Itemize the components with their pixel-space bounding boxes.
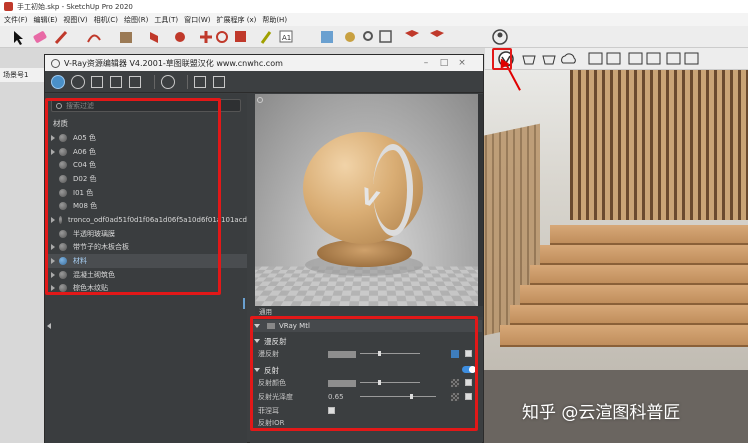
rotate-icon[interactable] bbox=[216, 31, 228, 43]
sketchup-viewport[interactable] bbox=[480, 70, 748, 443]
toolbar-separator bbox=[187, 74, 188, 89]
menu-help[interactable]: 帮助(H) bbox=[262, 15, 287, 25]
arc-icon[interactable] bbox=[87, 34, 101, 43]
menu-edit[interactable]: 编辑(E) bbox=[34, 15, 58, 25]
vray-render-icon[interactable] bbox=[522, 55, 536, 65]
vray-window-title: V-Ray资源编辑器 V4.2001-草图联盟汉化 www.cnwhc.com bbox=[64, 58, 283, 68]
menu-draw[interactable]: 绘图(R) bbox=[124, 15, 148, 25]
sketchup-main-toolbar: A1 bbox=[0, 26, 748, 48]
material-preview-panel: V bbox=[255, 94, 483, 306]
wood-slat-wall bbox=[570, 70, 748, 220]
vray-editor-toolbar bbox=[45, 71, 483, 93]
watermark: 知乎 @云渲图科普匠 bbox=[522, 403, 681, 423]
zoom-icon[interactable] bbox=[363, 31, 373, 41]
sketchup-title: 手工初始.skp - SketchUp Pro 2020 bbox=[17, 2, 133, 11]
toolbar-icons: A1 bbox=[14, 29, 508, 45]
tape-measure-icon[interactable] bbox=[260, 31, 272, 44]
vray-viewport-icon[interactable] bbox=[646, 52, 661, 65]
orbit-icon[interactable] bbox=[345, 32, 355, 42]
sketchup-menubar: 文件(F) 编辑(E) 视图(V) 相机(C) 绘图(R) 工具(T) 窗口(W… bbox=[0, 13, 748, 26]
account-icon[interactable] bbox=[492, 29, 508, 45]
materials-tab-icon[interactable] bbox=[51, 74, 65, 89]
highlight-properties bbox=[250, 316, 478, 431]
general-tab[interactable]: 通用 bbox=[259, 308, 272, 316]
text-tool-icon[interactable]: A1 bbox=[279, 30, 293, 43]
select-tool-icon[interactable] bbox=[14, 31, 23, 45]
highlight-asset-editor-button bbox=[492, 48, 512, 70]
vray-frame-buffer-icon[interactable] bbox=[588, 52, 603, 65]
sketchup-app-icon bbox=[4, 2, 13, 11]
geometry-tab-icon[interactable] bbox=[91, 75, 103, 88]
vray-interactive-icon[interactable] bbox=[542, 55, 556, 65]
vray-logo-icon bbox=[51, 58, 60, 68]
material-preview-render: V bbox=[255, 94, 478, 306]
scene-tab[interactable]: 场景号1 bbox=[0, 68, 45, 82]
rectangle-icon[interactable] bbox=[120, 32, 132, 43]
svg-text:A1: A1 bbox=[282, 34, 291, 42]
lights-tab-icon[interactable] bbox=[71, 74, 85, 89]
preview-options-icon[interactable] bbox=[257, 97, 263, 103]
menu-camera[interactable]: 相机(C) bbox=[94, 15, 118, 25]
zoom-extents-icon[interactable] bbox=[379, 30, 392, 43]
list-scroll-indicator[interactable] bbox=[243, 298, 245, 309]
maximize-button[interactable]: □ bbox=[437, 57, 451, 69]
sketchup-titlebar: 手工初始.skp - SketchUp Pro 2020 bbox=[0, 0, 748, 13]
stair-step bbox=[500, 325, 748, 347]
menu-extensions[interactable]: 扩展程序 (x) bbox=[216, 15, 256, 25]
follow-me-icon[interactable] bbox=[175, 32, 185, 42]
eraser-icon[interactable] bbox=[33, 31, 47, 44]
vray-image-icon[interactable] bbox=[666, 52, 681, 65]
render-teapot-icon[interactable] bbox=[194, 75, 206, 88]
stair-step bbox=[510, 305, 748, 325]
warehouse-icon[interactable] bbox=[405, 30, 419, 37]
extension-icon[interactable] bbox=[430, 30, 444, 37]
paint-bucket-icon[interactable] bbox=[321, 31, 333, 43]
textures-tab-icon[interactable] bbox=[129, 75, 141, 88]
stair-step bbox=[530, 265, 748, 285]
vray-light-icon[interactable] bbox=[684, 52, 699, 65]
menu-window[interactable]: 窗口(W) bbox=[184, 15, 210, 25]
close-button[interactable]: × bbox=[455, 57, 469, 69]
push-pull-icon[interactable] bbox=[150, 32, 158, 43]
minimize-button[interactable]: – bbox=[419, 57, 433, 69]
settings-gear-icon[interactable] bbox=[161, 74, 175, 89]
render-elements-tab-icon[interactable] bbox=[110, 75, 122, 88]
stair-step bbox=[540, 245, 748, 265]
vray-window-titlebar[interactable]: V-Ray资源编辑器 V4.2001-草图联盟汉化 www.cnwhc.com … bbox=[45, 55, 483, 71]
scale-icon[interactable] bbox=[235, 31, 246, 42]
frame-buffer-icon[interactable] bbox=[213, 75, 225, 88]
toolbar-separator bbox=[154, 74, 155, 89]
vray-lister-icon[interactable] bbox=[606, 52, 621, 65]
menu-view[interactable]: 视图(V) bbox=[63, 15, 87, 25]
menu-file[interactable]: 文件(F) bbox=[4, 15, 28, 25]
stair-step bbox=[520, 285, 748, 305]
collapse-panel-icon[interactable] bbox=[47, 323, 51, 329]
stair-step bbox=[550, 225, 748, 245]
vray-window-icon[interactable] bbox=[628, 52, 643, 65]
menu-tools[interactable]: 工具(T) bbox=[154, 15, 178, 25]
pencil-icon[interactable] bbox=[54, 30, 68, 45]
vray-toolbar-strip bbox=[485, 48, 748, 70]
vray-cloud-icon[interactable] bbox=[561, 53, 576, 64]
vray-toolbar-icons bbox=[498, 51, 699, 67]
move-icon[interactable] bbox=[200, 31, 212, 43]
highlight-material-list bbox=[45, 98, 221, 295]
